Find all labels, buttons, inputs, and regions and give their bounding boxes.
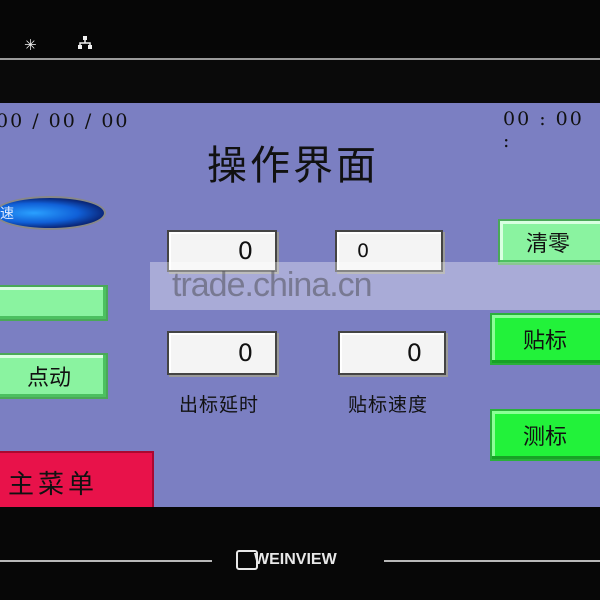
speed-indicator[interactable]: 低速 xyxy=(0,196,106,230)
partially-hidden-button[interactable] xyxy=(0,285,108,321)
date-display: 00 / 00 / 00 xyxy=(0,110,130,132)
brand-line-right xyxy=(384,560,600,562)
label-delay-field[interactable]: 0 xyxy=(167,331,277,375)
page-title: 操作界面 xyxy=(207,143,379,189)
label-speed-field[interactable]: 0 xyxy=(338,331,446,375)
main-menu-button[interactable]: 主菜单 xyxy=(0,451,154,507)
measure-label-button[interactable]: 测标 xyxy=(490,409,600,461)
sun-icon: ✳ xyxy=(24,36,37,54)
time-display: 00 : 00 : xyxy=(503,108,584,152)
jog-button-label: 点动 xyxy=(26,366,71,391)
main-menu-button-label: 主菜单 xyxy=(8,469,99,500)
brand-line-left xyxy=(0,560,212,562)
brand-name: WEINVIEW xyxy=(254,551,337,568)
apply-label-button-label: 贴标 xyxy=(522,329,567,354)
speed-indicator-label: 低速 xyxy=(0,206,14,222)
clear-button-label: 清零 xyxy=(525,232,570,257)
clear-button[interactable]: 清零 xyxy=(498,219,600,265)
jog-button[interactable]: 点动 xyxy=(0,353,108,399)
bezel-gap xyxy=(0,60,600,103)
measure-label-button-label: 测标 xyxy=(522,425,567,450)
apply-label-button[interactable]: 贴标 xyxy=(490,313,600,365)
label-speed-caption: 贴标速度 xyxy=(348,394,429,416)
network-icon xyxy=(78,36,92,54)
label-delay-caption: 出标延时 xyxy=(179,394,260,416)
watermark-text: trade.china.cn xyxy=(172,266,373,304)
